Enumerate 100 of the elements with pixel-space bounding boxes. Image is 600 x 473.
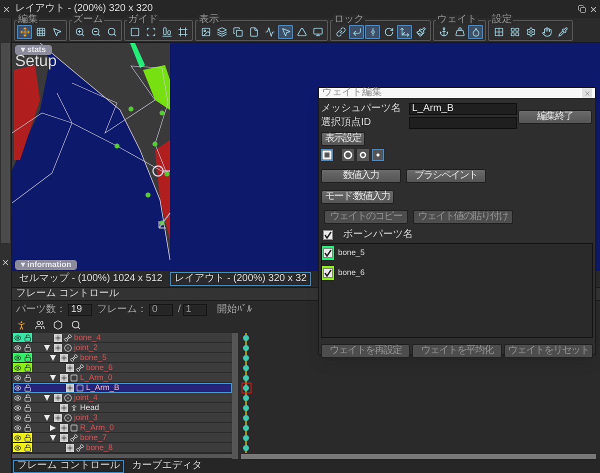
dialog-button[interactable]: 数値入力	[321, 169, 401, 183]
visibility-cell[interactable]	[13, 403, 32, 412]
collapse-arrow-icon[interactable]	[50, 374, 56, 380]
plus-box-icon[interactable]	[54, 344, 62, 352]
lock-icon	[24, 344, 31, 352]
scrollbar[interactable]	[12, 454, 232, 458]
part-name: bone_8	[86, 444, 113, 452]
view-tab[interactable]: セルマップ - (100%) 1024 x 512	[15, 272, 166, 286]
tool-button[interactable]	[17, 25, 32, 39]
visibility-cell[interactable]	[13, 383, 32, 393]
visibility-cell[interactable]	[13, 363, 32, 372]
tree-row[interactable]: joint_2	[13, 343, 232, 353]
display-settings-button[interactable]: 表示設定	[321, 132, 365, 146]
tree-row[interactable]: L_Arm_0	[13, 373, 232, 383]
plus-box-icon[interactable]	[66, 364, 74, 372]
tool-button[interactable]	[468, 25, 483, 39]
stats-toggle[interactable]: ▾ stats	[15, 45, 52, 55]
search-icon[interactable]	[71, 320, 81, 330]
bone-icon	[70, 434, 78, 442]
scrollbar[interactable]	[232, 333, 238, 459]
figure-icon	[70, 404, 78, 412]
scrollbar[interactable]	[1, 43, 10, 243]
group-label: ウェイト	[436, 15, 478, 25]
plus-box-icon[interactable]	[60, 424, 68, 432]
vertex-id-field[interactable]	[409, 117, 517, 129]
field-label: フレーム：	[97, 305, 147, 315]
circle-icon	[358, 150, 368, 160]
visibility-cell[interactable]	[13, 393, 32, 402]
expand-arrow-icon[interactable]	[50, 424, 56, 430]
collapse-arrow-icon[interactable]	[44, 344, 50, 350]
tool-button[interactable]	[397, 25, 412, 39]
tool-button[interactable]	[278, 25, 293, 39]
close-icon[interactable]	[2, 4, 11, 14]
plus-box-icon[interactable]	[60, 404, 68, 412]
lock-icon	[24, 384, 31, 392]
information-toggle[interactable]: ▾ information	[15, 260, 78, 270]
tree-row[interactable]: bone_4	[13, 333, 232, 343]
collapse-arrow-icon[interactable]	[44, 394, 50, 400]
plus-box-icon[interactable]	[66, 384, 74, 392]
link-icon	[336, 27, 346, 37]
axes-icon	[400, 27, 410, 37]
display-mode-button[interactable]	[321, 149, 333, 161]
tree-row[interactable]: bone_6	[13, 363, 232, 373]
plus-box-icon[interactable]	[54, 414, 62, 422]
visibility-cell[interactable]	[13, 423, 32, 432]
mode-button[interactable]: モード:数値入力	[321, 190, 394, 204]
collapse-arrow-icon[interactable]	[50, 434, 56, 440]
tree-row[interactable]: joint_4	[13, 393, 232, 403]
close-icon[interactable]	[1, 258, 10, 267]
plus-box-icon[interactable]	[60, 354, 68, 362]
lock-icon	[24, 404, 31, 412]
number-field[interactable]: 0	[149, 304, 173, 316]
tree-row[interactable]: R_Arm_0	[13, 423, 232, 433]
eye-icon	[14, 374, 22, 382]
hexagon-icon[interactable]	[53, 320, 63, 330]
tool-button[interactable]	[365, 25, 380, 39]
panel-tab[interactable]: フレーム コントロール	[13, 460, 124, 472]
tool-button[interactable]	[349, 25, 364, 39]
plus-box-icon[interactable]	[60, 434, 68, 442]
restore-icon[interactable]	[578, 5, 586, 13]
collapse-arrow-icon[interactable]	[50, 354, 56, 360]
plus-box-icon[interactable]	[66, 444, 74, 452]
lock-icon	[24, 434, 31, 442]
eye-icon	[14, 394, 22, 402]
plus-box-icon[interactable]	[54, 334, 62, 342]
tree-row[interactable]: L_Arm_B	[13, 383, 232, 393]
visibility-cell[interactable]	[13, 443, 32, 452]
collapse-arrow-icon[interactable]	[44, 414, 50, 420]
scrollbar[interactable]	[241, 454, 596, 459]
figure-icon[interactable]	[16, 320, 27, 330]
plus-box-icon[interactable]	[54, 394, 62, 402]
visibility-cell[interactable]	[13, 343, 32, 352]
number-field[interactable]: 19	[68, 304, 92, 316]
close-icon[interactable]	[589, 4, 598, 14]
view-tab[interactable]: レイアウト - (200%) 320 x 32	[170, 272, 311, 286]
panel-tab[interactable]: カーブエディタ	[128, 460, 206, 472]
check-icon	[324, 249, 332, 257]
copy-icon	[232, 27, 242, 37]
tree-row[interactable]: joint_3	[13, 413, 232, 423]
number-field[interactable]: 1	[182, 304, 207, 316]
frame-icon	[178, 27, 188, 37]
people-icon[interactable]	[35, 320, 45, 330]
tree-row[interactable]: bone_5	[13, 353, 232, 363]
tree-row[interactable]: bone_7	[13, 433, 232, 443]
tree-row[interactable]: bone_8	[13, 443, 232, 453]
group-label: ロック	[333, 15, 365, 25]
dialog-button[interactable]: ブラシペイント	[406, 169, 486, 183]
display-mode-button[interactable]	[372, 149, 384, 161]
visibility-cell[interactable]	[13, 433, 32, 442]
bone-name: bone_5	[338, 249, 365, 257]
display-mode-button[interactable]	[357, 149, 369, 161]
mesh-name-field[interactable]: L_Arm_B	[409, 103, 517, 115]
visibility-cell[interactable]	[13, 373, 32, 382]
finish-button[interactable]: 編集終了	[518, 110, 592, 124]
plus-box-icon[interactable]	[60, 374, 68, 382]
visibility-cell[interactable]	[13, 333, 32, 342]
checkbox[interactable]	[323, 230, 333, 240]
visibility-cell[interactable]	[13, 353, 32, 362]
visibility-cell[interactable]	[13, 413, 32, 422]
tree-row[interactable]: Head	[13, 403, 232, 413]
